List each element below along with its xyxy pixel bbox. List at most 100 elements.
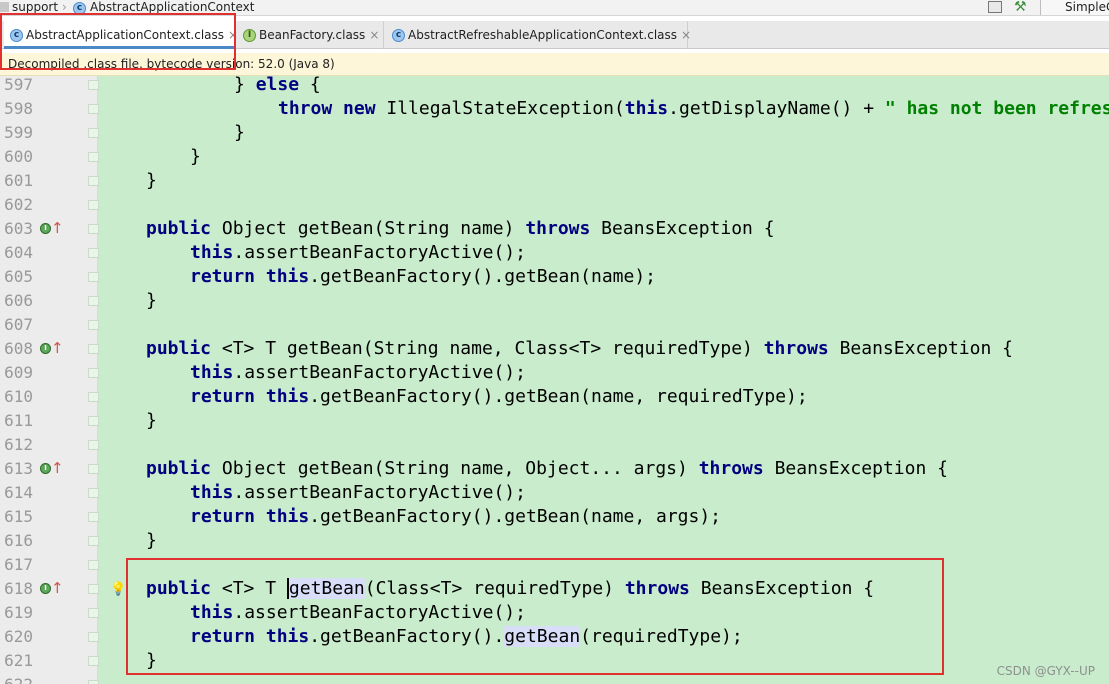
tab-abstract-application-context[interactable]: c AbstractApplicationContext.class × xyxy=(4,21,238,49)
keyword-token: throws xyxy=(624,578,690,599)
code-text: } xyxy=(146,649,157,673)
fold-marker-icon[interactable] xyxy=(88,320,99,330)
lightbulb-icon[interactable]: 💡 xyxy=(110,578,126,602)
fold-marker-icon[interactable] xyxy=(88,272,99,282)
code-line: 597} else { xyxy=(0,76,1109,97)
overrides-arrow-icon[interactable]: ↑ xyxy=(51,577,64,599)
code-text: } xyxy=(190,145,201,169)
fold-marker-icon[interactable] xyxy=(88,608,99,618)
line-number: 611 xyxy=(4,411,33,430)
code-line: 610 return this.getBeanFactory().getBean(… xyxy=(0,385,1109,409)
fold-marker-icon[interactable] xyxy=(88,296,99,306)
breadcrumb-item-class[interactable]: AbstractApplicationContext xyxy=(90,0,254,15)
code-line: 622 xyxy=(0,673,1109,684)
code-token: (requiredType); xyxy=(580,626,743,647)
fold-marker-icon[interactable] xyxy=(88,224,99,234)
fold-marker-icon[interactable] xyxy=(88,536,99,546)
fold-marker-icon[interactable] xyxy=(88,560,99,570)
line-number: 599 xyxy=(4,123,33,142)
keyword-token: return this xyxy=(190,506,310,527)
fold-marker-icon[interactable] xyxy=(88,176,99,186)
layout-icon[interactable] xyxy=(988,1,1002,13)
build-hammer-icon[interactable]: ⚒ xyxy=(1014,0,1027,14)
fold-marker-icon[interactable] xyxy=(88,248,99,258)
keyword-token: this xyxy=(190,362,234,383)
code-line: 601} xyxy=(0,169,1109,193)
keyword-token: public xyxy=(146,218,212,239)
code-token: .getBeanFactory().getBean(name); xyxy=(309,266,656,287)
code-line: 599} xyxy=(0,121,1109,145)
code-token: } xyxy=(146,170,157,191)
code-text: this.assertBeanFactoryActive(); xyxy=(190,481,526,505)
code-token: .assertBeanFactoryActive(); xyxy=(233,602,526,623)
code-line: 607 xyxy=(0,313,1109,337)
tab-bean-factory[interactable]: I BeanFactory.class × xyxy=(237,21,384,49)
line-number: 605 xyxy=(4,267,33,286)
keyword-token: public xyxy=(146,338,212,359)
fold-marker-icon[interactable] xyxy=(88,344,99,354)
code-text: } else { xyxy=(234,76,321,97)
implements-marker-icon[interactable]: I xyxy=(40,463,51,474)
implements-marker-icon[interactable]: I xyxy=(40,343,51,354)
code-line: 603 I ↑ public Object getBean(String name) … xyxy=(0,217,1109,241)
overrides-arrow-icon[interactable]: ↑ xyxy=(51,337,64,359)
line-number: 615 xyxy=(4,507,33,526)
keyword-token: throws xyxy=(525,218,591,239)
keyword-token: this xyxy=(624,98,669,119)
tab-label: BeanFactory.class xyxy=(259,28,366,42)
line-number: 610 xyxy=(4,387,33,406)
fold-marker-icon[interactable] xyxy=(88,392,99,402)
editor-tab-bar: c AbstractApplicationContext.class × I Bean… xyxy=(0,21,1109,49)
fold-marker-icon[interactable] xyxy=(88,128,99,138)
class-icon: c xyxy=(73,0,86,15)
highlighted-token: getBean xyxy=(288,578,365,599)
fold-marker-icon[interactable] xyxy=(88,680,99,684)
overrides-arrow-icon[interactable]: ↑ xyxy=(51,217,64,239)
line-number: 600 xyxy=(4,147,33,166)
line-number: 609 xyxy=(4,363,33,382)
overrides-arrow-icon[interactable]: ↑ xyxy=(51,457,64,479)
fold-marker-icon[interactable] xyxy=(88,632,99,642)
tab-abstract-refreshable-application-context[interactable]: c AbstractRefreshableApplicationContext.c… xyxy=(386,21,691,49)
code-line: 611} xyxy=(0,409,1109,433)
code-text: } xyxy=(146,409,157,433)
code-token: BeansException { xyxy=(590,218,775,239)
line-number: 613 xyxy=(4,459,33,478)
code-token: } xyxy=(146,290,157,311)
code-editor[interactable]: 597} else {598 throw new IllegalStateExce… xyxy=(0,76,1109,684)
keyword-token: return this xyxy=(190,386,310,407)
code-line: 619 this.assertBeanFactoryActive(); xyxy=(0,601,1109,625)
breadcrumb-item-support[interactable]: support xyxy=(12,0,58,15)
code-token: Object getBean(String name) xyxy=(211,218,526,239)
fold-marker-icon[interactable] xyxy=(88,416,99,426)
fold-marker-icon[interactable] xyxy=(88,152,99,162)
fold-marker-icon[interactable] xyxy=(88,464,99,474)
implements-marker-icon[interactable]: I xyxy=(40,223,51,234)
code-token: (Class<T> requiredType) xyxy=(364,578,625,599)
code-line: 605 return this.getBeanFactory().getBean(… xyxy=(0,265,1109,289)
run-config-selector[interactable]: SimpleC xyxy=(1040,0,1109,15)
code-token: } xyxy=(146,530,157,551)
tab-label: AbstractApplicationContext.class xyxy=(26,28,225,42)
fold-marker-icon[interactable] xyxy=(88,656,99,666)
code-text: return this.getBeanFactory().getBean(nam… xyxy=(190,385,808,409)
fold-marker-icon[interactable] xyxy=(88,368,99,378)
code-token: .getBeanFactory().getBean(name, required… xyxy=(309,386,808,407)
line-number: 607 xyxy=(4,315,33,334)
code-text: this.assertBeanFactoryActive(); xyxy=(190,601,526,625)
fold-marker-icon[interactable] xyxy=(88,512,99,522)
fold-marker-icon[interactable] xyxy=(88,488,99,498)
folder-icon xyxy=(0,2,9,12)
fold-marker-icon[interactable] xyxy=(88,104,99,114)
fold-marker-icon[interactable] xyxy=(88,584,99,594)
close-icon[interactable]: × xyxy=(369,28,379,42)
code-text: return this.getBeanFactory().getBean(req… xyxy=(190,625,743,649)
line-number: 601 xyxy=(4,171,33,190)
implements-marker-icon[interactable]: I xyxy=(40,583,51,594)
fold-marker-icon[interactable] xyxy=(88,80,99,90)
close-icon[interactable]: × xyxy=(681,28,691,42)
keyword-token: throws xyxy=(698,458,764,479)
fold-marker-icon[interactable] xyxy=(88,200,99,210)
fold-marker-icon[interactable] xyxy=(88,440,99,450)
code-text: } xyxy=(146,169,157,193)
